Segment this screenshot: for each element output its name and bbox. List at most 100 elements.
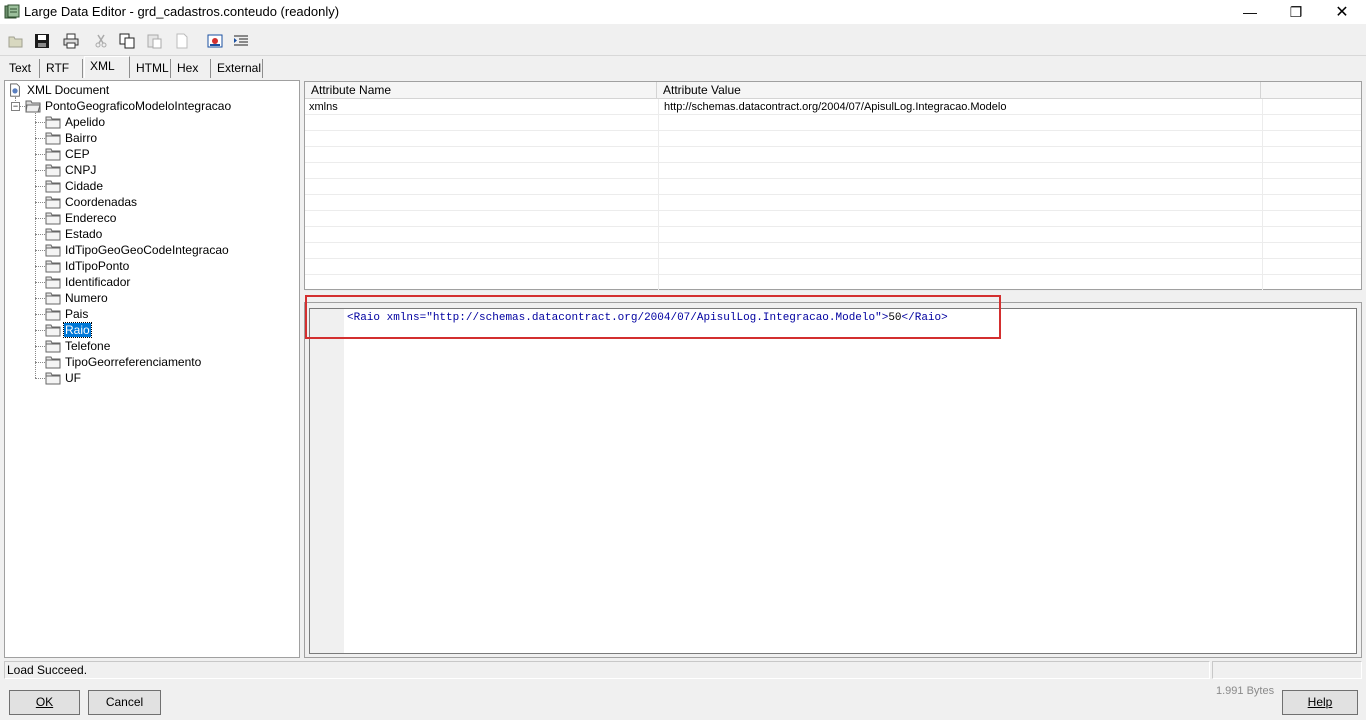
tree-item-uf[interactable]: UF <box>45 370 82 386</box>
window-title: Large Data Editor - grd_cadastros.conteu… <box>24 4 340 19</box>
tree-item-label: Identificador <box>65 275 131 289</box>
tree-item-raio[interactable]: Raio <box>45 322 92 338</box>
table-row-empty[interactable] <box>305 227 1361 243</box>
attribute-name-cell: xmlns <box>305 99 659 115</box>
folder-icon <box>45 292 61 305</box>
table-row-empty[interactable] <box>305 259 1361 275</box>
folder-icon <box>45 164 61 177</box>
tree-item-label: Cidade <box>65 179 104 193</box>
tab-text[interactable]: Text <box>4 59 40 78</box>
tree-item-idtipogeogeocodeintegracao[interactable]: IdTipoGeoGeoCodeIntegracao <box>45 242 230 258</box>
tree-item-idtipoponto[interactable]: IdTipoPonto <box>45 258 130 274</box>
tree-element[interactable]: PontoGeograficoModeloIntegracao <box>25 98 232 114</box>
folder-icon <box>45 276 61 289</box>
app-icon <box>4 4 20 20</box>
table-row-empty[interactable] <box>305 275 1361 291</box>
cancel-button[interactable]: Cancel <box>88 690 161 715</box>
code-line: <Raio xmlns="http://schemas.datacontract… <box>347 312 948 324</box>
cancel-label: Cancel <box>105 695 144 709</box>
print-icon <box>63 33 79 49</box>
table-row[interactable]: xmlns http://schemas.datacontract.org/20… <box>305 99 1361 115</box>
open-icon <box>8 36 23 48</box>
editor-gutter <box>310 309 344 653</box>
tab-html[interactable]: HTML <box>131 59 171 78</box>
xml-tree[interactable]: XML Document − PontoGeograficoModeloInte… <box>4 80 300 658</box>
folder-icon <box>45 372 61 385</box>
tree-item-numero[interactable]: Numero <box>45 290 109 306</box>
tree-item-label: Numero <box>65 291 108 305</box>
folder-icon <box>45 148 61 161</box>
cut-icon <box>95 34 107 48</box>
tab-external[interactable]: External <box>212 59 263 78</box>
tree-item-cnpj[interactable]: CNPJ <box>45 162 97 178</box>
xml-editor[interactable]: <Raio xmlns="http://schemas.datacontract… <box>309 308 1357 654</box>
document-icon <box>10 83 20 97</box>
save-button[interactable] <box>31 30 53 52</box>
tree-item-label: Telefone <box>65 339 111 353</box>
tab-rtf[interactable]: RTF <box>41 59 83 78</box>
cut-button[interactable] <box>90 30 112 52</box>
tree-item-label: CNPJ <box>65 163 97 177</box>
open-button[interactable] <box>5 30 27 52</box>
table-row-empty[interactable] <box>305 147 1361 163</box>
tree-item-pais[interactable]: Pais <box>45 306 89 322</box>
copy-button[interactable] <box>116 30 138 52</box>
tree-item-cep[interactable]: CEP <box>45 146 91 162</box>
xml-open-tag: <Raio <box>347 312 381 324</box>
indent-icon <box>234 35 248 46</box>
status-message: Load Succeed. <box>4 661 1210 679</box>
table-row-empty[interactable] <box>305 131 1361 147</box>
tree-item-label: Raio <box>63 322 92 338</box>
table-row-empty[interactable] <box>305 243 1361 259</box>
column-header-name[interactable]: Attribute Name <box>305 82 657 99</box>
minimize-icon: — <box>1243 4 1257 20</box>
folder-icon <box>45 340 61 353</box>
tree-item-telefone[interactable]: Telefone <box>45 338 111 354</box>
table-row-empty[interactable] <box>305 211 1361 227</box>
paste-button[interactable] <box>143 30 165 52</box>
tree-item-label: Pais <box>65 307 89 321</box>
image-icon <box>207 34 223 48</box>
attribute-grid[interactable]: Attribute Name Attribute Value xmlns htt… <box>304 81 1362 291</box>
column-header-value[interactable]: Attribute Value <box>657 82 1261 99</box>
help-button[interactable]: Help <box>1282 690 1358 715</box>
xml-attr-value: "http://schemas.datacontract.org/2004/07… <box>426 312 882 324</box>
tree-item-cidade[interactable]: Cidade <box>45 178 104 194</box>
maximize-button[interactable]: ❐ <box>1273 0 1319 24</box>
close-button[interactable]: ✕ <box>1319 0 1365 24</box>
table-row-empty[interactable] <box>305 179 1361 195</box>
folder-icon <box>45 132 61 145</box>
tree-item-apelido[interactable]: Apelido <box>45 114 106 130</box>
tree-item-identificador[interactable]: Identificador <box>45 274 131 290</box>
tree-item-bairro[interactable]: Bairro <box>45 130 98 146</box>
tree-item-label: CEP <box>65 147 90 161</box>
collapse-toggle[interactable]: − <box>11 102 20 111</box>
tab-hex[interactable]: Hex <box>172 59 211 78</box>
attribute-value-cell: http://schemas.datacontract.org/2004/07/… <box>659 99 1263 115</box>
folder-icon <box>45 228 61 241</box>
print-button[interactable] <box>60 30 82 52</box>
image-button[interactable] <box>204 30 226 52</box>
tree-item-coordenadas[interactable]: Coordenadas <box>45 194 138 210</box>
xml-text: 50 <box>888 312 902 324</box>
ok-button[interactable]: OK <box>9 690 80 715</box>
folder-icon <box>45 116 61 129</box>
tree-item-label: Estado <box>65 227 103 241</box>
tree-root[interactable]: XML Document <box>7 82 110 98</box>
status-extra <box>1212 661 1362 679</box>
indent-button[interactable] <box>230 30 252 52</box>
byte-count: 1.991 Bytes <box>1216 685 1275 697</box>
tree-item-label: Coordenadas <box>65 195 138 209</box>
blank-button[interactable] <box>171 30 193 52</box>
minimize-button[interactable]: — <box>1227 0 1273 24</box>
tree-item-tipogeorreferenciamento[interactable]: TipoGeorreferenciamento <box>45 354 202 370</box>
xml-attr-name: xmlns= <box>380 312 427 324</box>
tree-item-estado[interactable]: Estado <box>45 226 103 242</box>
tab-xml[interactable]: XML <box>84 56 130 78</box>
tree-element-label: PontoGeograficoModeloIntegracao <box>45 99 232 113</box>
tree-item-label: Endereco <box>65 211 117 225</box>
table-row-empty[interactable] <box>305 163 1361 179</box>
tree-item-endereco[interactable]: Endereco <box>45 210 117 226</box>
table-row-empty[interactable] <box>305 115 1361 131</box>
table-row-empty[interactable] <box>305 195 1361 211</box>
